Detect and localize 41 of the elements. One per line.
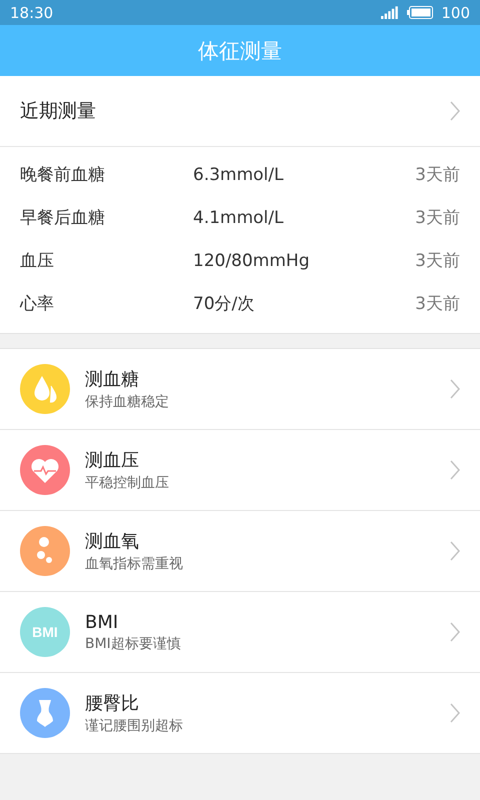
test-item[interactable]: 测血氧 血氧指标需重视 bbox=[0, 511, 480, 592]
measurement-value: 70分/次 bbox=[193, 293, 256, 315]
chevron-right-icon bbox=[450, 541, 460, 561]
measurement-value: 4.1mmol/L bbox=[193, 208, 284, 228]
chevron-right-icon bbox=[450, 703, 460, 723]
test-subtitle: 血氧指标需重视 bbox=[85, 555, 184, 573]
chevron-right-icon bbox=[450, 101, 460, 121]
test-title: 腰臀比 bbox=[85, 692, 140, 715]
chevron-right-icon bbox=[450, 379, 460, 399]
status-time: 18:30 bbox=[10, 4, 54, 22]
test-subtitle: 保持血糖稳定 bbox=[85, 393, 170, 411]
measurement-time: 3天前 bbox=[415, 207, 460, 229]
measurement-name: 晚餐前血糖 bbox=[20, 164, 106, 186]
measurement-name: 心率 bbox=[20, 293, 55, 315]
measurement-value: 6.3mmol/L bbox=[193, 164, 284, 184]
battery-level: 100 bbox=[441, 4, 470, 22]
test-item[interactable]: 腰臀比 谨记腰围别超标 bbox=[0, 673, 480, 754]
test-title: 测血氧 bbox=[85, 530, 140, 553]
chevron-right-icon bbox=[450, 622, 460, 642]
test-subtitle: 谨记腰围别超标 bbox=[85, 717, 184, 735]
test-title: 测血糖 bbox=[85, 368, 140, 391]
icon-label: BMI bbox=[31, 623, 59, 642]
chevron-right-icon bbox=[450, 460, 460, 480]
battery-icon bbox=[407, 6, 434, 19]
signal-icon bbox=[381, 6, 400, 19]
measurement-name: 早餐后血糖 bbox=[20, 207, 106, 229]
recent-measurements-row[interactable]: 近期测量 bbox=[0, 76, 480, 147]
test-subtitle: BMI超标要谨慎 bbox=[85, 634, 182, 652]
measurement-time: 3天前 bbox=[415, 293, 460, 315]
test-title: BMI bbox=[85, 612, 120, 632]
measurement-name: 血压 bbox=[20, 250, 55, 272]
test-subtitle: 平稳控制血压 bbox=[85, 474, 170, 492]
measurement-value: 120/80mmHg bbox=[193, 250, 311, 270]
page-title: 体征测量 bbox=[198, 38, 282, 64]
measurement-time: 3天前 bbox=[415, 164, 460, 186]
test-title: 测血压 bbox=[85, 449, 140, 472]
measurement-time: 3天前 bbox=[415, 250, 460, 272]
test-item[interactable]: BMI BMI BMI超标要谨慎 bbox=[0, 592, 480, 673]
test-item[interactable]: 测血压 平稳控制血压 bbox=[0, 430, 480, 511]
test-item[interactable]: 测血糖 保持血糖稳定 bbox=[0, 349, 480, 430]
recent-label: 近期测量 bbox=[20, 99, 96, 124]
